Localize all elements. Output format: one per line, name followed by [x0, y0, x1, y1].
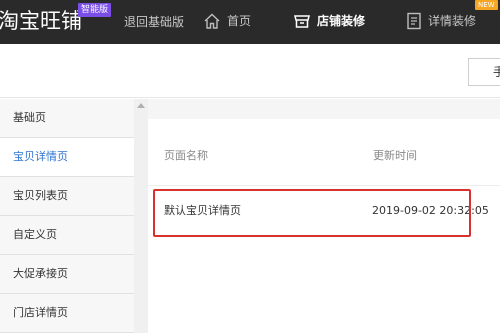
column-header-updated-time: 更新时间: [373, 149, 417, 162]
highlight-box: [153, 189, 471, 237]
page-type-sidebar: 基础页 宝贝详情页 宝贝列表页 自定义页 大促承接页 门店详情页: [0, 99, 148, 333]
sidebar-item-item-detail-page[interactable]: 宝贝详情页: [0, 138, 134, 177]
nav-home-label: 首页: [227, 14, 252, 28]
column-header-page-name: 页面名称: [164, 149, 208, 162]
page-table: 页面名称 更新时间 默认宝贝详情页 2019-09-02 20:32:05: [148, 119, 500, 333]
document-icon: [407, 12, 421, 30]
sidebar-scrollbar[interactable]: [134, 99, 148, 333]
nav-detail-decoration-label: 详情装修: [428, 14, 477, 28]
toolbar-button[interactable]: 手: [468, 58, 500, 86]
sidebar-item-promotion-page[interactable]: 大促承接页: [0, 255, 134, 294]
sidebar-item-custom-page[interactable]: 自定义页: [0, 216, 134, 255]
nav-home[interactable]: 首页: [203, 10, 251, 32]
nav-store-decoration[interactable]: 店铺装修: [293, 10, 365, 32]
store-icon: [294, 15, 310, 28]
sidebar-item-store-detail-page[interactable]: 门店详情页: [0, 294, 134, 333]
table-row[interactable]: 默认宝贝详情页 2019-09-02 20:32:05: [148, 186, 500, 242]
new-badge: NEW: [475, 0, 498, 10]
brand-logo: 淘宝旺铺: [0, 9, 82, 33]
top-navigation-bar: 淘宝旺铺 智能版 退回基础版 首页 店铺装修 详情装修 NEW: [0, 0, 500, 44]
nav-detail-decoration[interactable]: 详情装修: [406, 10, 476, 32]
scroll-up-arrow-icon[interactable]: [137, 103, 145, 108]
nav-store-decoration-label: 店铺装修: [317, 14, 366, 28]
home-icon: [204, 13, 220, 29]
main-content: 页面名称 更新时间 默认宝贝详情页 2019-09-02 20:32:05: [148, 99, 500, 333]
edition-badge: 智能版: [78, 3, 112, 17]
sidebar-item-item-list-page[interactable]: 宝贝列表页: [0, 177, 134, 216]
toolbar: 手: [0, 44, 500, 98]
back-to-basic-link[interactable]: 退回基础版: [124, 14, 184, 30]
sidebar-item-basic-page[interactable]: 基础页: [0, 99, 134, 138]
